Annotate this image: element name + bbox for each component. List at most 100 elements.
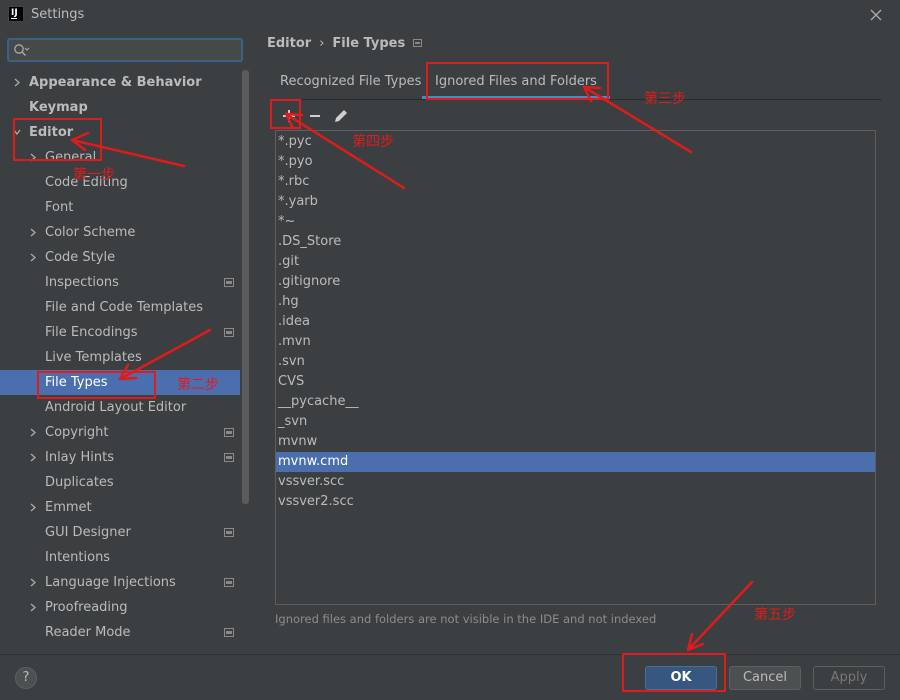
list-toolbar (275, 103, 875, 129)
minus-icon (310, 115, 320, 117)
sidebar-item-font[interactable]: Font (0, 195, 240, 220)
sidebar-item-language-injections[interactable]: Language Injections (0, 570, 240, 595)
sidebar-item-label: Copyright (45, 425, 109, 440)
tab-recognized-file-types[interactable]: Recognized File Types (280, 66, 421, 99)
project-scope-icon (224, 578, 234, 587)
sidebar-item-code-style[interactable]: Code Style (0, 245, 240, 270)
sidebar-item-label: Live Templates (45, 350, 142, 365)
annotation-step5: 第五步 (754, 607, 796, 623)
sidebar-item-proofreading[interactable]: Proofreading (0, 595, 240, 620)
sidebar-item-label: Emmet (45, 500, 92, 515)
sidebar-item-gui-designer[interactable]: GUI Designer (0, 520, 240, 545)
list-item[interactable]: .mvn (276, 332, 875, 352)
annotation-box-ok-button (622, 653, 726, 692)
project-scope-icon (224, 628, 234, 637)
sidebar-item-label: Appearance & Behavior (29, 75, 202, 90)
sidebar-item-live-templates[interactable]: Live Templates (0, 345, 240, 370)
list-item[interactable]: _svn (276, 412, 875, 432)
sidebar-item-file-and-code-templates[interactable]: File and Code Templates (0, 295, 240, 320)
list-item[interactable]: mvnw (276, 432, 875, 452)
sidebar-item-code-editing[interactable]: Code Editing (0, 170, 240, 195)
tree-scrollbar[interactable] (242, 70, 249, 504)
annotation-box-add-button (270, 99, 301, 129)
sidebar-item-emmet[interactable]: Emmet (0, 495, 240, 520)
chevron-right-icon[interactable] (29, 428, 37, 437)
sidebar-item-copyright[interactable]: Copyright (0, 420, 240, 445)
dialog-button-bar: ? OK Cancel Apply (0, 654, 900, 700)
list-item[interactable]: .hg (276, 292, 875, 312)
search-icon (14, 44, 30, 56)
annotation-box-file-types (37, 371, 156, 399)
project-scope-icon (224, 453, 234, 462)
list-item[interactable]: *.pyo (276, 152, 875, 172)
list-item[interactable]: *~ (276, 212, 875, 232)
chevron-right-icon[interactable] (29, 503, 37, 512)
sidebar-item-intentions[interactable]: Intentions (0, 545, 240, 570)
chevron-right-icon[interactable] (29, 253, 37, 262)
list-item[interactable]: __pycache__ (276, 392, 875, 412)
chevron-right-icon[interactable] (29, 603, 37, 612)
sidebar-item-keymap[interactable]: Keymap (0, 95, 240, 120)
breadcrumb: Editor › File Types (267, 36, 423, 51)
cancel-button[interactable]: Cancel (729, 666, 801, 690)
sidebar-item-label: Intentions (45, 550, 111, 565)
annotation-step1: 第一步 (73, 167, 115, 183)
list-item[interactable]: .git (276, 252, 875, 272)
project-scope-icon (224, 528, 234, 537)
search-input[interactable] (33, 41, 233, 59)
chevron-right-icon[interactable] (29, 228, 37, 237)
sidebar-item-label: Proofreading (45, 600, 128, 615)
list-item[interactable]: vssver2.scc (276, 492, 875, 512)
sidebar-item-label: Inlay Hints (45, 450, 114, 465)
annotation-step2: 第二步 (177, 377, 219, 393)
chevron-right-icon[interactable] (13, 78, 21, 87)
breadcrumb-separator: › (319, 36, 325, 51)
sidebar-item-label: Color Scheme (45, 225, 136, 240)
sidebar-item-appearance-behavior[interactable]: Appearance & Behavior (0, 70, 240, 95)
list-item[interactable]: .svn (276, 352, 875, 372)
edit-button[interactable] (331, 106, 351, 126)
pencil-icon (335, 110, 347, 122)
list-item[interactable]: mvnw.cmd (276, 452, 875, 472)
close-button[interactable] (864, 3, 888, 27)
project-scope-icon (224, 328, 234, 337)
breadcrumb-current: File Types (332, 36, 406, 51)
window-title: Settings (31, 7, 85, 22)
sidebar-item-label: File and Code Templates (45, 300, 203, 315)
sidebar-item-label: File Encodings (45, 325, 138, 340)
search-field[interactable] (7, 38, 243, 62)
sidebar-item-label: Font (45, 200, 74, 215)
project-scope-icon (413, 39, 423, 47)
sidebar-item-label: Language Injections (45, 575, 176, 590)
sidebar-item-duplicates[interactable]: Duplicates (0, 470, 240, 495)
close-icon (870, 9, 882, 21)
remove-button[interactable] (305, 106, 325, 126)
chevron-right-icon[interactable] (29, 453, 37, 462)
sidebar-item-reader-mode[interactable]: Reader Mode (0, 620, 240, 645)
sidebar-item-label: Keymap (29, 100, 88, 115)
project-scope-icon (224, 278, 234, 287)
breadcrumb-parent[interactable]: Editor (267, 36, 311, 51)
sidebar-item-inspections[interactable]: Inspections (0, 270, 240, 295)
list-item[interactable]: vssver.scc (276, 472, 875, 492)
sidebar-item-label: Code Style (45, 250, 116, 265)
annotation-step4: 第四步 (352, 134, 394, 150)
list-item[interactable]: *.rbc (276, 172, 875, 192)
list-item[interactable]: .idea (276, 312, 875, 332)
annotation-step3: 第三步 (644, 91, 686, 107)
list-item[interactable]: *.yarb (276, 192, 875, 212)
ignored-files-hint: Ignored files and folders are not visibl… (275, 612, 657, 626)
apply-button[interactable]: Apply (813, 666, 885, 690)
project-scope-icon (224, 428, 234, 437)
sidebar-item-inlay-hints[interactable]: Inlay Hints (0, 445, 240, 470)
sidebar-item-color-scheme[interactable]: Color Scheme (0, 220, 240, 245)
list-item[interactable]: .DS_Store (276, 232, 875, 252)
chevron-right-icon[interactable] (29, 578, 37, 587)
list-item[interactable]: CVS (276, 372, 875, 392)
list-item[interactable]: .gitignore (276, 272, 875, 292)
help-button[interactable]: ? (15, 667, 37, 689)
sidebar-item-label: Duplicates (45, 475, 114, 490)
title-bar: IJ Settings (0, 0, 900, 30)
sidebar-item-file-encodings[interactable]: File Encodings (0, 320, 240, 345)
ignored-files-list[interactable]: *.pyc *.pyo *.rbc *.yarb *~ .DS_Store .git .git… (275, 130, 876, 605)
